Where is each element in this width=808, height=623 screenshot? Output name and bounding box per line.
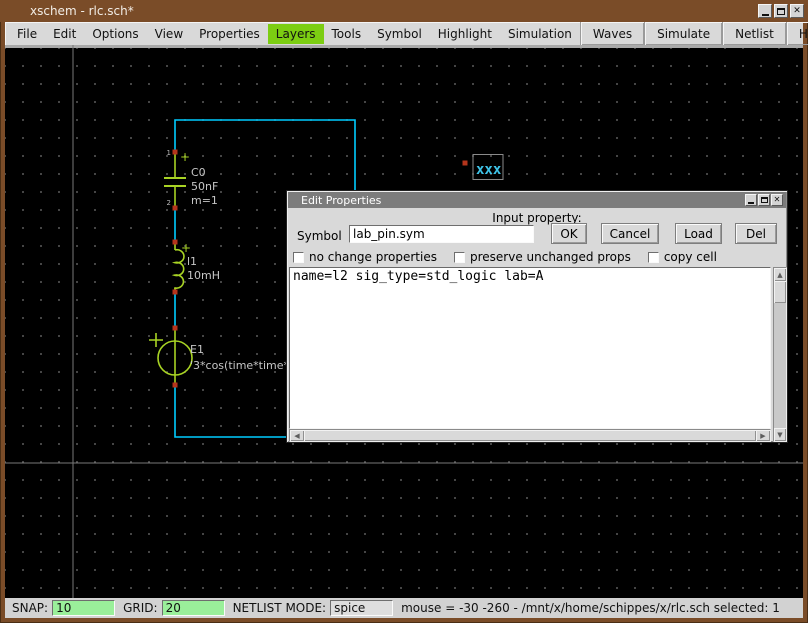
menu-properties[interactable]: Properties: [191, 24, 268, 44]
net-label-selected[interactable]: xxx: [463, 155, 504, 180]
scroll-right-icon[interactable]: ▶: [756, 430, 770, 441]
checkbox-icon: [293, 252, 304, 263]
copy-cell-checkbox[interactable]: copy cell: [648, 250, 717, 264]
dialog-title: Edit Properties: [301, 194, 381, 207]
minimize-icon: [762, 14, 769, 16]
menubar-right-buttons: Waves Simulate Netlist Help: [580, 22, 808, 45]
inductor-coil: [174, 250, 184, 288]
vertical-scrollbar[interactable]: ▲ ▼: [773, 267, 787, 442]
horizontal-scroll-thumb[interactable]: [304, 430, 756, 441]
checkbox-label: no change properties: [309, 250, 437, 264]
symbol-label: Symbol: [297, 229, 342, 243]
plus-icon: +: [180, 150, 190, 164]
edit-properties-dialog: Edit Properties ✕ Input property: Symbol…: [286, 190, 788, 443]
menu-edit[interactable]: Edit: [45, 24, 84, 44]
menubar: File Edit Options View Properties Layers…: [5, 22, 803, 45]
dialog-close-button[interactable]: ✕: [771, 194, 783, 206]
window-title: xschem - rlc.sch*: [0, 4, 134, 18]
component-ref: l1: [187, 255, 197, 268]
waves-button[interactable]: Waves: [580, 22, 644, 45]
minimize-button[interactable]: [758, 4, 772, 18]
dialog-window-controls: ✕: [745, 194, 786, 206]
close-icon: ✕: [793, 7, 801, 16]
property-textarea[interactable]: name=l2 sig_type=std_logic lab=A: [289, 267, 771, 429]
cancel-button[interactable]: Cancel: [601, 223, 659, 244]
pin-square: [173, 383, 178, 388]
checkbox-row: no change properties preserve unchanged …: [293, 250, 717, 264]
menu-symbol[interactable]: Symbol: [369, 24, 430, 44]
menu-tools[interactable]: Tools: [324, 24, 370, 44]
menu-simulation[interactable]: Simulation: [500, 24, 580, 44]
scroll-left-icon[interactable]: ◀: [290, 430, 304, 441]
dialog-maximize-button[interactable]: [758, 194, 770, 206]
grid-input[interactable]: 20: [162, 600, 225, 616]
maximize-icon: [777, 8, 785, 15]
ok-button[interactable]: OK: [551, 223, 587, 244]
netlist-button[interactable]: Netlist: [722, 22, 786, 45]
pin-square: [173, 206, 178, 211]
scroll-down-icon[interactable]: ▼: [774, 428, 786, 441]
netlist-mode-label: NETLIST MODE:: [233, 601, 327, 615]
net-label-text: xxx: [476, 162, 502, 178]
load-button[interactable]: Load: [675, 223, 722, 244]
pin-square: [173, 150, 178, 155]
pin-square: [173, 326, 178, 331]
simulate-button[interactable]: Simulate: [644, 22, 722, 45]
component-ref: E1: [190, 343, 204, 356]
dialog-minimize-button[interactable]: [745, 194, 757, 206]
snap-input[interactable]: 10: [52, 600, 115, 616]
xschem-window: xschem - rlc.sch* ✕ File Edit Options Vi…: [0, 0, 808, 623]
horizontal-scrollbar[interactable]: ◀ ▶: [289, 429, 771, 442]
pin-square: [173, 240, 178, 245]
menu-view[interactable]: View: [147, 24, 191, 44]
component-value: 50nF: [191, 180, 218, 193]
grid-label: GRID:: [123, 601, 157, 615]
no-change-properties-checkbox[interactable]: no change properties: [293, 250, 437, 264]
symbol-input[interactable]: [349, 225, 534, 243]
menu-file[interactable]: File: [9, 24, 45, 44]
close-icon: ✕: [774, 196, 781, 204]
window-controls: ✕: [758, 4, 808, 18]
preserve-unchanged-props-checkbox[interactable]: preserve unchanged props: [454, 250, 631, 264]
close-button[interactable]: ✕: [790, 4, 804, 18]
pin-square: [173, 290, 178, 295]
maximize-button[interactable]: [774, 4, 788, 18]
plus-icon: [149, 333, 163, 347]
component-attr: m=1: [191, 194, 218, 207]
menu-layers[interactable]: Layers: [268, 24, 324, 44]
checkbox-label: preserve unchanged props: [470, 250, 631, 264]
pin-number: 1: [167, 149, 171, 157]
snap-label: SNAP:: [12, 601, 48, 615]
statusbar: SNAP: 10 GRID: 20 NETLIST MODE: spice mo…: [5, 598, 803, 618]
pin-square: [463, 161, 468, 166]
checkbox-icon: [454, 252, 465, 263]
component-ref: C0: [191, 166, 206, 179]
pin-number: 2: [167, 199, 171, 207]
component-value: 10mH: [187, 269, 220, 282]
mouse-info: mouse = -30 -260 - /mnt/x/home/schippes/…: [401, 601, 780, 615]
menu-highlight[interactable]: Highlight: [430, 24, 500, 44]
menu-options[interactable]: Options: [84, 24, 146, 44]
checkbox-label: copy cell: [664, 250, 717, 264]
scroll-up-icon[interactable]: ▲: [774, 268, 786, 281]
vertical-scroll-thumb[interactable]: [774, 281, 786, 303]
capacitor-C0[interactable]: 1 2 + C0 50nF m=1: [164, 149, 218, 211]
property-text: name=l2 sig_type=std_logic lab=A: [293, 269, 770, 284]
window-titlebar[interactable]: xschem - rlc.sch* ✕: [0, 0, 808, 22]
maximize-icon: [761, 197, 768, 203]
checkbox-icon: [648, 252, 659, 263]
inductor-l1[interactable]: + l1 10mH: [173, 240, 220, 295]
plus-icon: +: [181, 241, 191, 255]
dialog-titlebar[interactable]: Edit Properties ✕: [288, 192, 786, 208]
help-button[interactable]: Help: [786, 22, 808, 45]
del-button[interactable]: Del: [735, 223, 777, 244]
netlist-mode-input[interactable]: spice: [330, 600, 393, 616]
minimize-icon: [748, 202, 754, 204]
